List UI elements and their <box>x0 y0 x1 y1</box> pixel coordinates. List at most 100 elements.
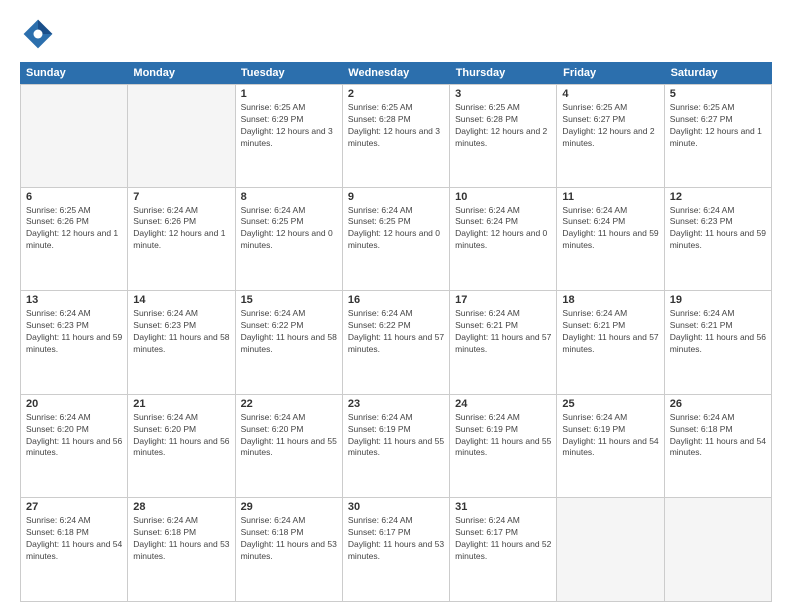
day-info: Sunrise: 6:24 AMSunset: 6:19 PMDaylight:… <box>455 412 551 460</box>
cal-cell: 12 Sunrise: 6:24 AMSunset: 6:23 PMDayligh… <box>665 188 772 292</box>
day-header-tuesday: Tuesday <box>235 62 342 84</box>
day-header-friday: Friday <box>557 62 664 84</box>
day-number: 19 <box>670 294 766 306</box>
logo-icon <box>20 16 56 52</box>
cal-cell: 30 Sunrise: 6:24 AMSunset: 6:17 PMDayligh… <box>343 498 450 602</box>
day-info: Sunrise: 6:24 AMSunset: 6:25 PMDaylight:… <box>241 205 337 253</box>
day-info: Sunrise: 6:24 AMSunset: 6:23 PMDaylight:… <box>26 308 122 356</box>
cal-cell: 21Sunrise: 6:24 AMSunset: 6:20 PMDayligh… <box>128 395 235 499</box>
cal-cell: 2Sunrise: 6:25 AMSunset: 6:28 PMDaylight… <box>343 84 450 188</box>
day-info: Sunrise: 6:24 AMSunset: 6:17 PMDaylight:… <box>455 515 551 563</box>
day-number: 25 <box>562 398 658 410</box>
day-number: 20 <box>26 398 122 410</box>
day-info: Sunrise: 6:24 AMSunset: 6:24 PMDaylight:… <box>562 205 658 253</box>
cal-cell: 7 Sunrise: 6:24 AMSunset: 6:26 PMDaylight… <box>128 188 235 292</box>
day-number: 18 <box>562 294 658 306</box>
day-number: 10 <box>455 191 551 203</box>
day-info: Sunrise: 6:24 AMSunset: 6:20 PMDaylight:… <box>133 412 229 460</box>
day-info: Sunrise: 6:25 AMSunset: 6:28 PMDaylight:… <box>455 102 551 150</box>
day-header-sunday: Sunday <box>20 62 127 84</box>
day-number: 23 <box>348 398 444 410</box>
day-info: Sunrise: 6:24 AMSunset: 6:18 PMDaylight:… <box>670 412 766 460</box>
cal-cell <box>21 84 128 188</box>
day-number: 16 <box>348 294 444 306</box>
day-number: 15 <box>241 294 337 306</box>
day-info: Sunrise: 6:25 AMSunset: 6:27 PMDaylight:… <box>562 102 658 150</box>
day-number: 28 <box>133 501 229 513</box>
day-number: 8 <box>241 191 337 203</box>
cal-cell <box>557 498 664 602</box>
day-info: Sunrise: 6:24 AMSunset: 6:24 PMDaylight:… <box>455 205 551 253</box>
day-header-thursday: Thursday <box>450 62 557 84</box>
cal-cell: 19 Sunrise: 6:24 AMSunset: 6:21 PMDayligh… <box>665 291 772 395</box>
day-number: 11 <box>562 191 658 203</box>
day-header-wednesday: Wednesday <box>342 62 449 84</box>
day-number: 22 <box>241 398 337 410</box>
header <box>20 16 772 52</box>
cal-cell: 1 Sunrise: 6:25 AMSunset: 6:29 PMDaylight… <box>236 84 343 188</box>
day-info: Sunrise: 6:24 AMSunset: 6:21 PMDaylight:… <box>562 308 658 356</box>
week-row-2: 6Sunrise: 6:25 AMSunset: 6:26 PMDaylight… <box>20 188 772 292</box>
day-info: Sunrise: 6:24 AMSunset: 6:22 PMDaylight:… <box>241 308 337 356</box>
cal-cell: 31 Sunrise: 6:24 AMSunset: 6:17 PMDayligh… <box>450 498 557 602</box>
day-number: 29 <box>241 501 337 513</box>
day-number: 17 <box>455 294 551 306</box>
page: SundayMondayTuesdayWednesdayThursdayFrid… <box>0 0 792 612</box>
cal-cell <box>665 498 772 602</box>
day-number: 12 <box>670 191 766 203</box>
day-info: Sunrise: 6:24 AMSunset: 6:23 PMDaylight:… <box>670 205 766 253</box>
day-info: Sunrise: 6:24 AMSunset: 6:19 PMDaylight:… <box>562 412 658 460</box>
cal-cell: 24 Sunrise: 6:24 AMSunset: 6:19 PMDayligh… <box>450 395 557 499</box>
day-number: 24 <box>455 398 551 410</box>
cal-cell: 16 Sunrise: 6:24 AMSunset: 6:22 PMDayligh… <box>343 291 450 395</box>
day-info: Sunrise: 6:24 AMSunset: 6:18 PMDaylight:… <box>26 515 122 563</box>
day-info: Sunrise: 6:24 AMSunset: 6:20 PMDaylight:… <box>241 412 337 460</box>
cal-cell: 27Sunrise: 6:24 AMSunset: 6:18 PMDayligh… <box>21 498 128 602</box>
cal-cell: 23Sunrise: 6:24 AMSunset: 6:19 PMDayligh… <box>343 395 450 499</box>
cal-cell: 22 Sunrise: 6:24 AMSunset: 6:20 PMDayligh… <box>236 395 343 499</box>
calendar-header: SundayMondayTuesdayWednesdayThursdayFrid… <box>20 62 772 84</box>
day-info: Sunrise: 6:24 AMSunset: 6:26 PMDaylight:… <box>133 205 229 253</box>
day-number: 7 <box>133 191 229 203</box>
cal-cell: 26 Sunrise: 6:24 AMSunset: 6:18 PMDayligh… <box>665 395 772 499</box>
cal-cell: 11 Sunrise: 6:24 AMSunset: 6:24 PMDayligh… <box>557 188 664 292</box>
day-number: 1 <box>241 88 337 100</box>
cal-cell: 28 Sunrise: 6:24 AMSunset: 6:18 PMDayligh… <box>128 498 235 602</box>
calendar: SundayMondayTuesdayWednesdayThursdayFrid… <box>20 62 772 602</box>
cal-cell: 13 Sunrise: 6:24 AMSunset: 6:23 PMDayligh… <box>21 291 128 395</box>
day-info: Sunrise: 6:25 AMSunset: 6:27 PMDaylight:… <box>670 102 766 150</box>
cal-cell: 29 Sunrise: 6:24 AMSunset: 6:18 PMDayligh… <box>236 498 343 602</box>
day-info: Sunrise: 6:24 AMSunset: 6:18 PMDaylight:… <box>133 515 229 563</box>
cal-cell <box>128 84 235 188</box>
cal-cell: 25 Sunrise: 6:24 AMSunset: 6:19 PMDayligh… <box>557 395 664 499</box>
day-number: 30 <box>348 501 444 513</box>
day-info: Sunrise: 6:24 AMSunset: 6:20 PMDaylight:… <box>26 412 122 460</box>
cal-cell: 10 Sunrise: 6:24 AMSunset: 6:24 PMDayligh… <box>450 188 557 292</box>
cal-cell: 6Sunrise: 6:25 AMSunset: 6:26 PMDaylight… <box>21 188 128 292</box>
day-info: Sunrise: 6:24 AMSunset: 6:18 PMDaylight:… <box>241 515 337 563</box>
cal-cell: 5 Sunrise: 6:25 AMSunset: 6:27 PMDaylight… <box>665 84 772 188</box>
day-number: 13 <box>26 294 122 306</box>
day-number: 31 <box>455 501 551 513</box>
week-row-1: 1 Sunrise: 6:25 AMSunset: 6:29 PMDaylight… <box>20 84 772 188</box>
day-number: 26 <box>670 398 766 410</box>
day-info: Sunrise: 6:24 AMSunset: 6:25 PMDaylight:… <box>348 205 444 253</box>
day-info: Sunrise: 6:24 AMSunset: 6:21 PMDaylight:… <box>670 308 766 356</box>
week-row-5: 27Sunrise: 6:24 AMSunset: 6:18 PMDayligh… <box>20 498 772 602</box>
day-number: 14 <box>133 294 229 306</box>
day-number: 5 <box>670 88 766 100</box>
week-row-3: 13 Sunrise: 6:24 AMSunset: 6:23 PMDayligh… <box>20 291 772 395</box>
logo <box>20 16 62 52</box>
day-info: Sunrise: 6:25 AMSunset: 6:28 PMDaylight:… <box>348 102 444 150</box>
cal-cell: 3Sunrise: 6:25 AMSunset: 6:28 PMDaylight… <box>450 84 557 188</box>
day-info: Sunrise: 6:24 AMSunset: 6:23 PMDaylight:… <box>133 308 229 356</box>
day-info: Sunrise: 6:25 AMSunset: 6:29 PMDaylight:… <box>241 102 337 150</box>
cal-cell: 4 Sunrise: 6:25 AMSunset: 6:27 PMDaylight… <box>557 84 664 188</box>
day-number: 9 <box>348 191 444 203</box>
day-number: 6 <box>26 191 122 203</box>
day-header-saturday: Saturday <box>665 62 772 84</box>
day-number: 4 <box>562 88 658 100</box>
cal-cell: 9 Sunrise: 6:24 AMSunset: 6:25 PMDaylight… <box>343 188 450 292</box>
day-info: Sunrise: 6:24 AMSunset: 6:17 PMDaylight:… <box>348 515 444 563</box>
day-info: Sunrise: 6:24 AMSunset: 6:22 PMDaylight:… <box>348 308 444 356</box>
